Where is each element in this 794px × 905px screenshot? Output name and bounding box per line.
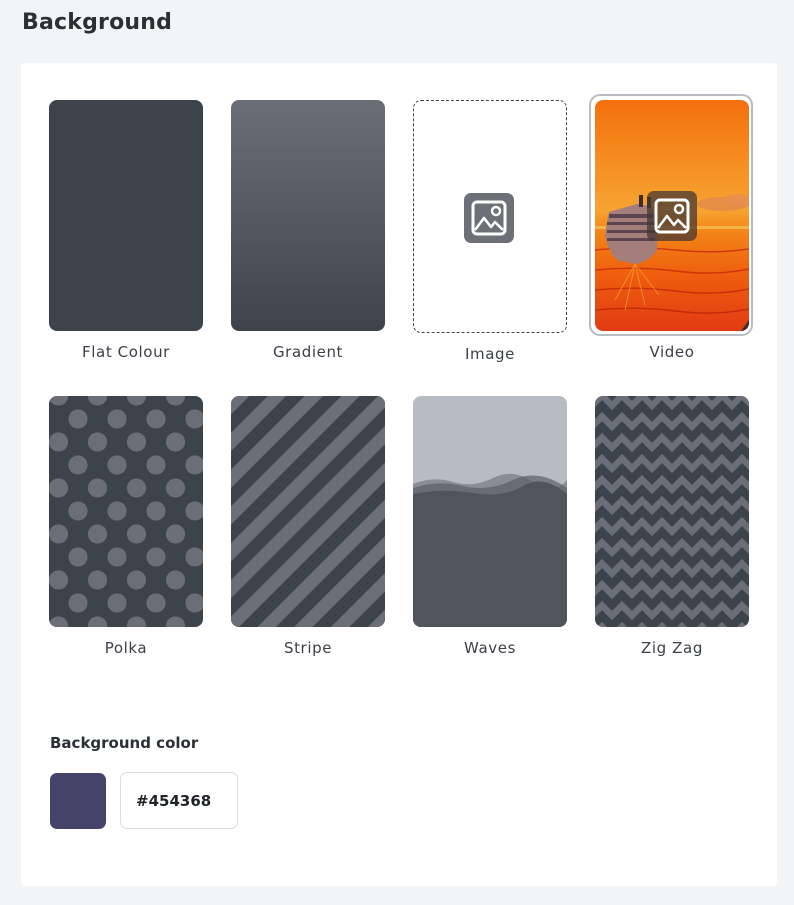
- option-label-waves: Waves: [464, 639, 516, 657]
- background-option-waves[interactable]: [413, 396, 567, 627]
- waves-pattern: [413, 473, 567, 627]
- option-label-stripe: Stripe: [283, 639, 333, 657]
- background-panel: Flat Colour Gradient Image Video Polka S…: [21, 63, 777, 886]
- image-icon: [647, 191, 697, 241]
- background-option-stripe[interactable]: [231, 396, 385, 627]
- option-label-polka: Polka: [104, 639, 148, 657]
- background-option-zig-zag[interactable]: [595, 396, 749, 627]
- zigzag-pattern: [595, 396, 749, 627]
- background-color-hex-input[interactable]: [120, 772, 238, 829]
- background-color-swatch[interactable]: [50, 773, 106, 829]
- background-option-image[interactable]: [413, 100, 567, 333]
- polka-pattern: [49, 396, 203, 627]
- option-label-video: Video: [649, 343, 695, 361]
- option-label-image: Image: [465, 345, 515, 363]
- option-label-zig-zag: Zig Zag: [641, 639, 703, 657]
- background-option-gradient[interactable]: [231, 100, 385, 331]
- background-option-polka[interactable]: [49, 396, 203, 627]
- page-title: Background: [22, 10, 173, 35]
- stripe-pattern: [231, 396, 385, 627]
- option-label-gradient: Gradient: [272, 343, 344, 361]
- background-color-label: Background color: [50, 734, 199, 752]
- option-label-flat-colour: Flat Colour: [82, 343, 170, 361]
- image-icon: [464, 193, 514, 243]
- background-option-flat-colour[interactable]: [49, 100, 203, 331]
- background-option-video[interactable]: [595, 100, 749, 331]
